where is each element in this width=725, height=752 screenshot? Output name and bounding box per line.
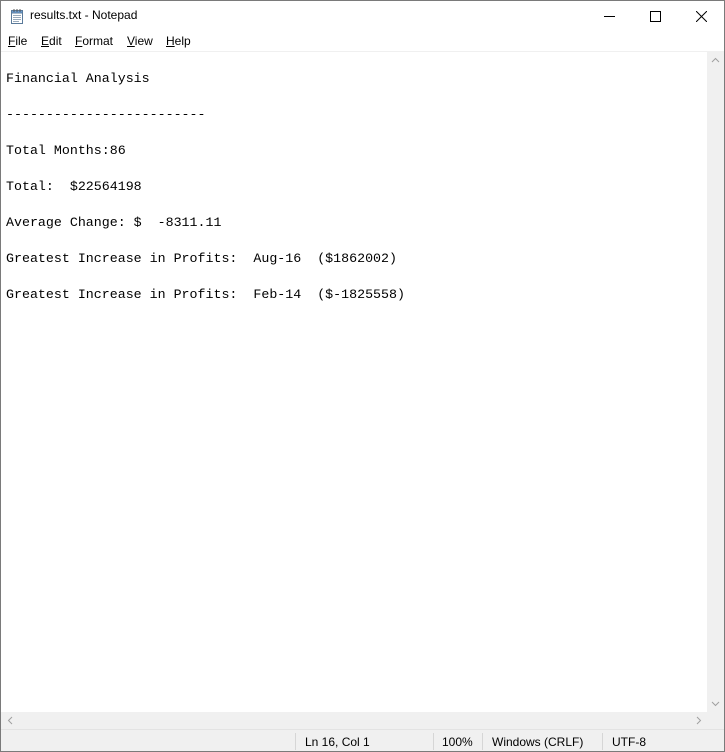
menu-file[interactable]: File (8, 34, 27, 48)
maximize-button[interactable] (632, 1, 678, 31)
text-line-6: Greatest Increase in Profits: Aug-16 ($1… (6, 251, 397, 266)
menu-view[interactable]: View (127, 34, 153, 48)
menu-format[interactable]: Format (75, 34, 113, 48)
close-icon (695, 10, 707, 22)
chevron-right-icon (696, 716, 701, 725)
close-button[interactable] (678, 1, 724, 31)
chevron-down-icon (711, 701, 720, 706)
scrollbar-corner (707, 712, 724, 729)
encoding: UTF-8 (612, 735, 646, 749)
zoom-level: 100% (442, 735, 473, 749)
notepad-window: results.txt - Notepad File Edit Format V… (0, 0, 725, 752)
status-divider (602, 733, 603, 750)
status-bar: Ln 16, Col 1 100% Windows (CRLF) UTF-8 (1, 729, 724, 751)
status-divider (433, 733, 434, 750)
text-line-7: Greatest Increase in Profits: Feb-14 ($-… (6, 287, 405, 302)
text-line-2: ------------------------- (6, 107, 206, 122)
vertical-scrollbar[interactable] (707, 51, 724, 712)
scroll-left-button[interactable] (1, 712, 18, 729)
menu-file-label: ile (15, 34, 28, 48)
chevron-left-icon (7, 716, 12, 725)
menu-help[interactable]: Help (166, 34, 191, 48)
notepad-icon (11, 9, 23, 24)
minimize-button[interactable] (586, 1, 632, 31)
scroll-down-button[interactable] (707, 695, 724, 712)
menu-format-label: ormat (82, 34, 114, 48)
window-title: results.txt - Notepad (30, 8, 138, 22)
horizontal-scrollbar[interactable] (1, 712, 707, 729)
menu-edit-label: dit (49, 34, 62, 48)
line-ending: Windows (CRLF) (492, 735, 584, 749)
menu-help-access-key: H (166, 34, 175, 48)
text-line-4: Total: $22564198 (6, 179, 142, 194)
menu-bar: File Edit Format View Help (1, 31, 724, 51)
scroll-up-button[interactable] (707, 51, 724, 68)
cursor-position: Ln 16, Col 1 (305, 735, 370, 749)
scroll-right-button[interactable] (690, 712, 707, 729)
text-line-3: Total Months:86 (6, 143, 126, 158)
menu-edit-access-key: E (41, 34, 50, 48)
title-bar[interactable]: results.txt - Notepad (1, 1, 724, 31)
menu-view-access-key: V (127, 34, 135, 48)
status-divider (295, 733, 296, 750)
chevron-up-icon (711, 57, 720, 62)
text-editor[interactable]: Financial Analysis ---------------------… (1, 51, 707, 713)
menu-help-label: elp (174, 34, 191, 48)
menu-edit[interactable]: Edit (41, 34, 62, 48)
text-line-1: Financial Analysis (6, 71, 150, 86)
text-line-5: Average Change: $ -8311.11 (6, 215, 222, 230)
maximize-icon (649, 10, 661, 22)
minimize-icon (603, 15, 615, 17)
status-divider (482, 733, 483, 750)
menu-view-label: iew (134, 34, 153, 48)
